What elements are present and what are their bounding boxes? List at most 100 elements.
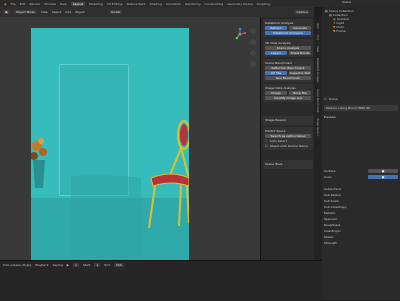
scene-icon: ⬡ — [324, 97, 327, 101]
tab-uv-editing[interactable]: UV Editing — [107, 2, 123, 6]
tab-shading[interactable]: Shading — [150, 2, 162, 6]
identify-image-list-button[interactable]: Identify Image List — [265, 96, 311, 100]
sidebar-tab-benchmark[interactable]: Scene Benchmark — [316, 89, 319, 113]
sidebar-tabs: Item Tool View Datablock Analysis Scene … — [314, 17, 322, 272]
section-title[interactable]: Predict Space — [265, 129, 311, 133]
start-label: Start — [82, 263, 91, 267]
layers-button[interactable]: Layers — [265, 51, 287, 55]
surface-label: Surface — [324, 169, 336, 173]
outliner-header: Scene — [322, 0, 400, 7]
generate-button[interactable]: Generate — [289, 26, 311, 30]
transform-orientation-dropdown[interactable]: Global — [108, 10, 123, 14]
principled-fields: Subsurface Sub Radius Sub Scale Sub Anis… — [324, 187, 398, 245]
sidebar-tab-view[interactable]: View — [316, 46, 319, 52]
zoom-icon[interactable] — [250, 28, 256, 34]
tab-layout[interactable]: Layout — [70, 1, 86, 6]
camera-render-view[interactable] — [31, 28, 189, 272]
sidebar-tab-item[interactable]: Item — [316, 23, 319, 29]
start-frame-field[interactable]: 1 — [94, 263, 101, 267]
section-title[interactable]: 3D View Analysis — [265, 41, 311, 45]
play-icon[interactable]: ▶ — [67, 263, 69, 267]
navigation-gizmo-icon[interactable] — [234, 28, 246, 40]
section-title[interactable]: Image Data Analysis — [265, 86, 311, 90]
search-option-field[interactable]: Search as option below — [265, 134, 311, 138]
tab-texture-paint[interactable]: Texture Paint — [126, 2, 145, 6]
menu-object[interactable]: Object — [75, 10, 85, 14]
menu-select[interactable]: Select — [52, 10, 61, 14]
editor-type-icon[interactable]: ▣ — [3, 10, 10, 14]
tab-rendering[interactable]: Rendering — [185, 2, 200, 6]
checkbox-icon[interactable]: ☑ — [265, 139, 268, 143]
timeline-header: hdri-unseen-4k.jpg Playback Keying ▶ 1 S… — [0, 261, 322, 269]
collection-icon: ▤ — [329, 13, 332, 17]
section-title[interactable]: Scene Benchmark — [265, 61, 311, 65]
tab-compositing[interactable]: Compositing — [205, 2, 224, 6]
keying-menu[interactable]: Keying — [53, 263, 63, 267]
section-title[interactable]: Image Reason — [265, 118, 311, 122]
section-title[interactable]: Scene Tools — [265, 162, 311, 166]
end-label: End — [104, 263, 110, 267]
panel-image-data-analysis: Image Data Analysis Image Bone File Ident… — [263, 84, 313, 102]
field-label: Sub Scale — [324, 199, 339, 203]
outliner-item[interactable]: ▼ Frame — [325, 29, 397, 33]
panel-datablock-analysis: Datablock Analysis Refresh Generate Datab… — [263, 19, 313, 37]
timeline: hdri-unseen-4k.jpg Playback Keying ▶ 1 S… — [0, 260, 322, 301]
field-label: Specular — [324, 217, 338, 221]
surface-dropdown[interactable]: ● — [368, 169, 398, 173]
hand-pan-icon[interactable] — [250, 39, 256, 45]
sidebar-tab-datablock[interactable]: Datablock Analysis — [316, 58, 319, 83]
field-label: Roughness — [324, 223, 341, 227]
tab-modeling[interactable]: Modeling — [89, 2, 103, 6]
reflection-benchmark-option[interactable]: Reflection Benchmark — [265, 66, 311, 70]
menu-edit[interactable]: Edit — [20, 2, 26, 6]
refresh-button[interactable]: Refresh — [265, 26, 287, 30]
inspector-slot-option[interactable]: Inspector Slot — [289, 71, 311, 75]
camera-view-icon[interactable] — [250, 50, 256, 56]
preview-section[interactable]: Preview — [324, 115, 398, 119]
run-benchmark-button[interactable]: Run Benchmark — [265, 76, 311, 80]
bone-file-field[interactable]: Bone File — [289, 91, 311, 95]
outliner-scene-label[interactable]: Scene — [342, 0, 351, 4]
tab-animation[interactable]: Animation — [166, 2, 181, 6]
perspective-toggle-icon[interactable] — [250, 61, 256, 67]
current-frame-field[interactable]: 1 — [73, 263, 79, 267]
menu-window[interactable]: Window — [44, 2, 56, 6]
render-engine-field[interactable]: Modern Living Room HDRI 8K — [324, 105, 398, 111]
field-label: Sub Anisotropy — [324, 205, 347, 209]
menu-file[interactable]: File — [11, 2, 16, 6]
color-label: Color — [324, 175, 332, 179]
properties-scene-name[interactable]: Scene — [329, 97, 338, 101]
section-title[interactable]: Datablock Analysis — [265, 21, 311, 25]
color-swatch[interactable]: ● — [368, 175, 398, 179]
surface-panel: Surface ● Color ● — [324, 169, 398, 179]
panel-predict-space: Predict Space Search as option below ☑ Au… — [263, 127, 313, 150]
field-label: Sub Radius — [324, 193, 341, 197]
end-frame-field[interactable]: 250 — [113, 263, 124, 267]
panel-3d-view-analysis: 3D View Analysis Scene Analysis Layers Sh… — [263, 39, 313, 57]
auto-select-label: Auto Select — [269, 139, 287, 143]
menu-render[interactable]: Render — [29, 2, 40, 6]
uv-tile-option[interactable]: UV Tile — [265, 71, 287, 75]
sidebar-tab-tool[interactable]: Tool — [316, 35, 319, 40]
tab-scripting[interactable]: Scripting — [257, 2, 270, 6]
menu-view[interactable]: View — [41, 10, 48, 14]
properties-editor: ⬡ Scene Modern Living Room HDRI 8K Previ… — [322, 95, 400, 300]
image-field[interactable]: Image — [265, 91, 287, 95]
checkbox-icon[interactable]: ☐ — [265, 144, 268, 148]
tab-geometry-nodes[interactable]: Geometry Nodes — [227, 2, 252, 6]
menu-add[interactable]: Add — [65, 10, 71, 14]
playback-menu[interactable]: Playback — [35, 263, 48, 267]
mode-dropdown[interactable]: Object Mode — [13, 10, 37, 14]
panel-scene-benchmark: Scene Benchmark Reflection Benchmark UV … — [263, 59, 313, 82]
datablock-compare-button[interactable]: Datablock Compare — [265, 31, 311, 35]
sidebar-n-panel: Datablock Analysis Refresh Generate Datab… — [260, 17, 315, 272]
scene-analysis-button[interactable]: Scene Analysis — [265, 46, 311, 50]
sheet-bonds-button[interactable]: Sheet Bonds — [289, 51, 311, 55]
menu-help[interactable]: Help — [60, 2, 67, 6]
blender-logo-icon[interactable]: ◉ — [4, 2, 7, 6]
options-dropdown[interactable]: Options — [294, 10, 310, 14]
panel-image-reason: Image Reason — [263, 116, 313, 125]
sidebar-tab-image-reason[interactable]: Image Reason — [316, 118, 319, 136]
status-text: hdri-unseen-4k.jpg — [3, 263, 32, 267]
viewport-nav-buttons — [248, 28, 258, 98]
